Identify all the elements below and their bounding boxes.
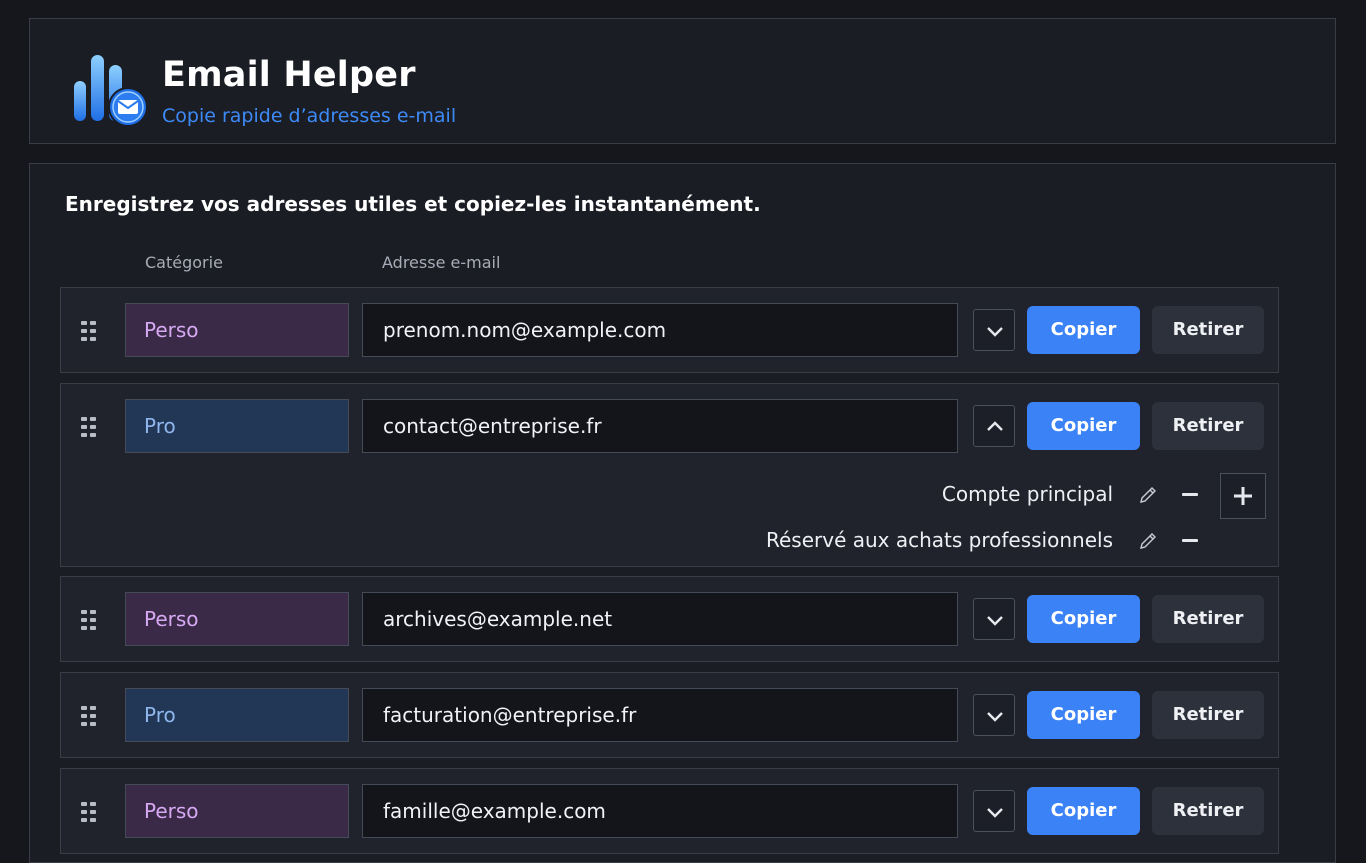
category-select[interactable]: Pro [125, 688, 349, 742]
email-row: Pro facturation@entreprise.fr Copier Ret… [60, 672, 1279, 758]
drag-handle-icon[interactable] [81, 610, 97, 630]
minus-icon[interactable] [1182, 493, 1198, 496]
app-header: Email Helper Copie rapide d’adresses e-m… [29, 18, 1336, 144]
app-title: Email Helper [162, 55, 416, 95]
remove-button[interactable]: Retirer [1152, 691, 1264, 739]
chevron-down-icon [987, 808, 1003, 818]
copy-button[interactable]: Copier [1027, 691, 1140, 739]
remove-button[interactable]: Retirer [1152, 306, 1264, 354]
intro-text: Enregistrez vos adresses utiles et copie… [65, 192, 761, 216]
expand-button[interactable] [973, 694, 1015, 736]
category-select[interactable]: Perso [125, 592, 349, 646]
drag-handle-icon[interactable] [81, 321, 97, 341]
email-field[interactable]: facturation@entreprise.fr [362, 688, 958, 742]
main-panel: Enregistrez vos adresses utiles et copie… [29, 163, 1336, 863]
expand-button[interactable] [973, 790, 1015, 832]
remove-button[interactable]: Retirer [1152, 787, 1264, 835]
copy-button[interactable]: Copier [1027, 787, 1140, 835]
category-select[interactable]: Perso [125, 303, 349, 357]
pencil-icon[interactable] [1138, 531, 1158, 551]
collapse-button[interactable] [973, 405, 1015, 447]
drag-handle-icon[interactable] [81, 802, 97, 822]
email-field[interactable]: famille@example.com [362, 784, 958, 838]
chevron-up-icon [987, 421, 1003, 431]
category-select[interactable]: Pro [125, 399, 349, 453]
column-header-category: Catégorie [145, 253, 223, 272]
column-header-address: Adresse e-mail [382, 253, 501, 272]
email-field[interactable]: archives@example.net [362, 592, 958, 646]
email-row: Perso archives@example.net Copier Retire… [60, 576, 1279, 662]
email-row: Perso prenom.nom@example.com Copier Reti… [60, 287, 1279, 373]
note-text: Réservé aux achats professionnels [765, 528, 1113, 552]
drag-handle-icon[interactable] [81, 417, 97, 437]
email-row: Perso famille@example.com Copier Retirer [60, 768, 1279, 854]
expand-button[interactable] [973, 309, 1015, 351]
copy-button[interactable]: Copier [1027, 595, 1140, 643]
category-select[interactable]: Perso [125, 784, 349, 838]
copy-button[interactable]: Copier [1027, 306, 1140, 354]
minus-icon[interactable] [1182, 539, 1198, 542]
chevron-down-icon [987, 327, 1003, 337]
chevron-down-icon [987, 616, 1003, 626]
add-note-button[interactable] [1220, 473, 1266, 519]
app-logo-icon [74, 55, 148, 127]
email-row-expanded: Pro contact@entreprise.fr Copier Retirer… [60, 383, 1279, 567]
email-field[interactable]: prenom.nom@example.com [362, 303, 958, 357]
note-text: Compte principal [941, 482, 1113, 506]
expand-button[interactable] [973, 598, 1015, 640]
drag-handle-icon[interactable] [81, 706, 97, 726]
chevron-down-icon [987, 712, 1003, 722]
email-field[interactable]: contact@entreprise.fr [362, 399, 958, 453]
remove-button[interactable]: Retirer [1152, 402, 1264, 450]
app-subtitle: Copie rapide d’adresses e-mail [162, 105, 457, 127]
pencil-icon[interactable] [1138, 485, 1158, 505]
copy-button[interactable]: Copier [1027, 402, 1140, 450]
remove-button[interactable]: Retirer [1152, 595, 1264, 643]
